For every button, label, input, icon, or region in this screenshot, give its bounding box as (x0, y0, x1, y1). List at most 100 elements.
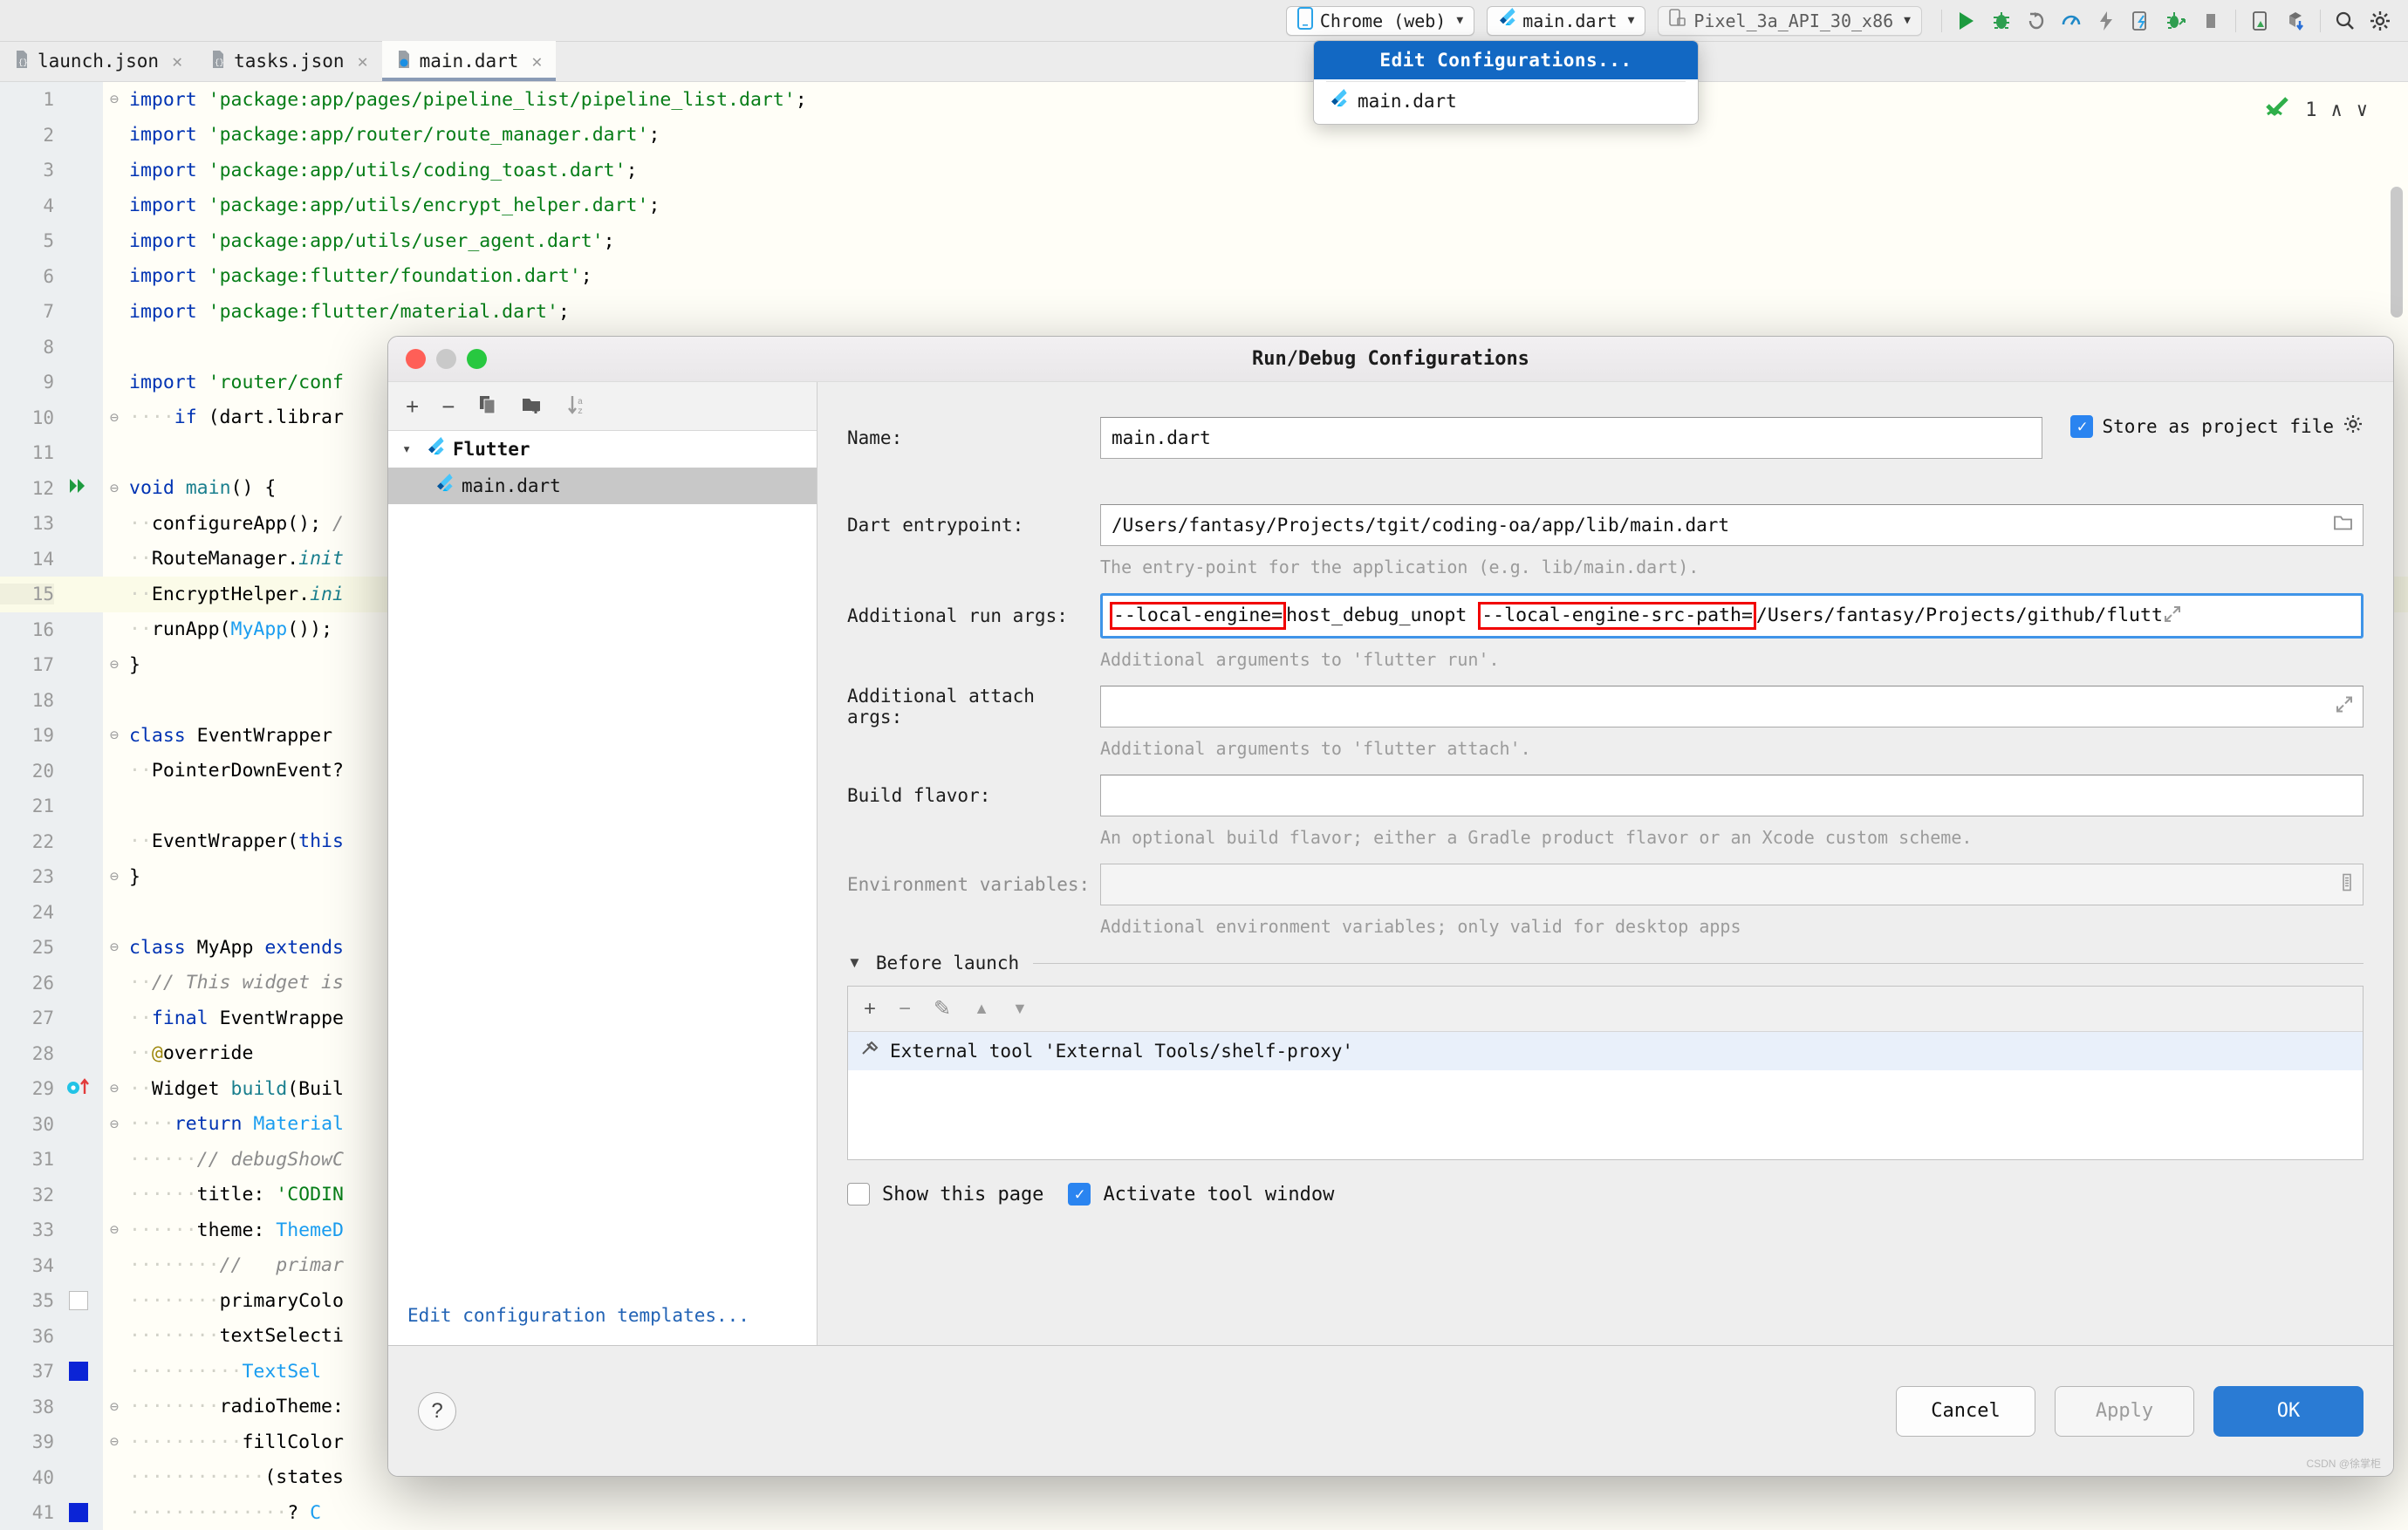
dialog-title: Run/Debug Configurations (1252, 348, 1529, 370)
close-icon[interactable]: ✕ (531, 51, 542, 72)
remove-icon[interactable]: − (441, 395, 455, 418)
list-icon[interactable] (2340, 873, 2354, 897)
run-button[interactable] (1949, 6, 1984, 36)
search-everywhere-button[interactable] (2328, 6, 2363, 36)
expand-icon[interactable] (2335, 695, 2354, 719)
ok-button[interactable]: OK (2213, 1385, 2364, 1437)
line-number: 16 (31, 618, 54, 640)
line-number: 17 (31, 654, 54, 676)
dart-entrypoint-value: /Users/fantasy/Projects/tgit/coding-oa/a… (1112, 515, 1730, 536)
device-icon (1669, 8, 1686, 33)
menu-item-edit-configurations[interactable]: Edit Configurations... (1314, 41, 1698, 79)
new-folder-icon[interactable] (521, 394, 544, 419)
dialog-action-buttons: Cancel Apply OK (1896, 1385, 2364, 1437)
apply-button[interactable]: Apply (2055, 1385, 2194, 1437)
fold-marker[interactable]: ⊖ (103, 727, 126, 744)
tab-launch-json[interactable]: {} launch.json ✕ (0, 41, 196, 81)
dialog-title-bar: Run/Debug Configurations (388, 337, 2393, 382)
device-selector[interactable]: Chrome (web) ▼ (1285, 5, 1475, 36)
hot-reload-button[interactable] (2089, 6, 2124, 36)
settings-button[interactable] (2363, 6, 2398, 36)
run-config-selector[interactable]: main.dart ▼ (1487, 5, 1646, 36)
menu-item-main-dart[interactable]: main.dart (1314, 82, 1698, 120)
fold-marker[interactable]: ⊖ (103, 480, 126, 497)
tab-label: tasks.json (234, 51, 345, 72)
attach-debugger-button[interactable] (2158, 6, 2193, 36)
environment-variables-hint: Additional environment variables; only v… (1100, 916, 1741, 937)
name-label: Name: (847, 427, 903, 448)
fold-marker[interactable]: ⊖ (103, 409, 126, 427)
profile-button[interactable] (2054, 6, 2089, 36)
edit-configuration-templates-link[interactable]: Edit configuration templates... (407, 1305, 749, 1326)
help-button[interactable]: ? (418, 1391, 456, 1431)
device-manager-button[interactable] (2243, 6, 2278, 36)
triangle-down-icon[interactable]: ▼ (847, 954, 862, 972)
fold-marker[interactable]: ⊖ (103, 1080, 126, 1097)
close-icon[interactable]: ✕ (172, 51, 182, 72)
show-this-page-checkbox[interactable] (847, 1183, 870, 1206)
fold-marker[interactable]: ⊖ (103, 1433, 126, 1451)
line-number: 6 (43, 265, 54, 287)
editor-scrollbar[interactable] (2391, 187, 2403, 318)
fold-marker[interactable]: ⊖ (103, 91, 126, 108)
editor-tab-bar: {} launch.json ✕ {} tasks.json ✕ main.da… (0, 41, 2408, 82)
store-as-project-file-checkbox[interactable]: ✓ (2070, 414, 2094, 438)
remove-icon[interactable]: − (899, 997, 911, 1021)
line-number: 18 (31, 689, 54, 711)
folder-icon[interactable] (2333, 515, 2354, 536)
run-with-coverage-button[interactable] (2019, 6, 2054, 36)
line-number: 39 (31, 1431, 54, 1453)
move-up-icon[interactable]: ▲ (974, 1000, 989, 1018)
add-icon[interactable]: + (864, 997, 876, 1021)
gear-icon[interactable] (2343, 413, 2364, 439)
edit-icon[interactable]: ✎ (934, 996, 951, 1021)
open-devtools-button[interactable] (2124, 6, 2158, 36)
tree-group-flutter[interactable]: ▾ Flutter (388, 431, 817, 468)
fold-marker[interactable]: ⊖ (103, 1398, 126, 1416)
line-number: 19 (31, 725, 54, 747)
previous-highlight-icon[interactable]: ∧ (2331, 99, 2343, 121)
inspection-widget[interactable]: 1 ∧ ∨ (2265, 96, 2368, 124)
toolbar-divider-2 (2235, 9, 2236, 32)
fold-marker[interactable]: ⊖ (103, 939, 126, 956)
environment-variables-input[interactable] (1100, 864, 2364, 905)
tab-tasks-json[interactable]: {} tasks.json ✕ (196, 41, 381, 81)
name-input[interactable]: main.dart (1100, 417, 2042, 459)
run-arg-highlighted: --local-engine= (1110, 602, 1287, 630)
fold-marker[interactable]: ⊖ (103, 1116, 126, 1133)
additional-run-args-row: Additional run args: --local-engine= host… (847, 593, 2364, 639)
emulator-selector[interactable]: Pixel_3a_API_30_x86 ▼ (1658, 5, 1922, 36)
svg-text:a: a (578, 398, 583, 407)
mobile-icon (1296, 7, 1313, 34)
tab-main-dart[interactable]: main.dart ✕ (381, 41, 557, 81)
stop-button[interactable] (2193, 6, 2228, 36)
tree-toolbar: + − az (388, 382, 817, 431)
build-flavor-input[interactable] (1100, 775, 2364, 816)
chevron-down-icon[interactable]: ▾ (402, 441, 418, 458)
dart-entrypoint-input[interactable]: /Users/fantasy/Projects/tgit/coding-oa/a… (1100, 504, 2364, 546)
before-launch-header[interactable]: ▼ Before launch (847, 953, 2364, 973)
code-text: } (129, 865, 140, 888)
expand-icon[interactable] (2163, 604, 2182, 628)
additional-attach-args-input[interactable] (1100, 686, 2364, 727)
fold-marker[interactable]: ⊖ (103, 868, 126, 885)
next-highlight-icon[interactable]: ∨ (2357, 99, 2368, 121)
fold-marker[interactable]: ⊖ (103, 656, 126, 673)
before-launch-item[interactable]: External tool 'External Tools/shelf-prox… (848, 1032, 2363, 1070)
code-text: ······theme: ThemeD (129, 1219, 344, 1241)
code-line: 1 ⊖ import 'package:app/pages/pipeline_lis… (0, 82, 2408, 118)
move-down-icon[interactable]: ▼ (1012, 1000, 1028, 1018)
pub-get-button[interactable] (2278, 6, 2313, 36)
copy-icon[interactable] (477, 394, 498, 419)
line-number: 7 (43, 301, 54, 323)
sort-alphabetically-icon[interactable]: az (566, 394, 589, 419)
additional-run-args-input[interactable]: --local-engine= host_debug_unopt --local-… (1100, 593, 2364, 639)
fold-marker[interactable]: ⊖ (103, 1221, 126, 1239)
add-icon[interactable]: + (406, 395, 419, 418)
cancel-button[interactable]: Cancel (1896, 1385, 2035, 1437)
debug-button[interactable] (1984, 6, 2019, 36)
close-icon[interactable]: ✕ (358, 51, 368, 72)
tree-item-main-dart[interactable]: main.dart (388, 468, 817, 504)
store-as-project-file-group: ✓ Store as project file (2070, 413, 2364, 439)
activate-tool-window-checkbox[interactable]: ✓ (1068, 1183, 1091, 1206)
